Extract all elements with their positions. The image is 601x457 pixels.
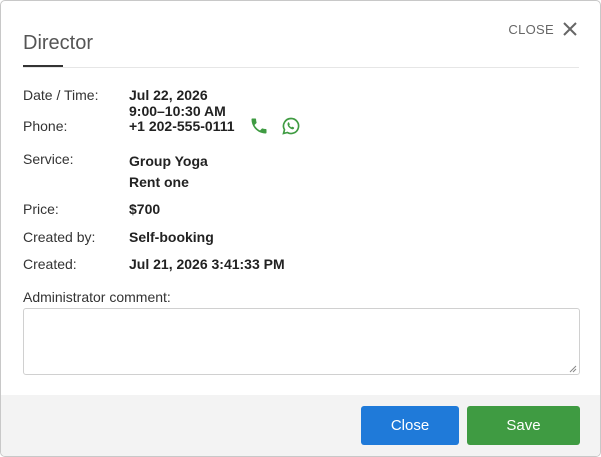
phone-label: Phone:	[23, 118, 68, 134]
whatsapp-icon[interactable]	[281, 116, 301, 136]
administrator-comment-textarea[interactable]	[23, 308, 580, 375]
service-line: Group Yoga	[129, 153, 208, 169]
service-row: Service: Group Yoga Rent one	[23, 151, 208, 193]
dialog-footer: Close Save	[1, 395, 600, 456]
created-by-row: Created by: Self-booking	[23, 229, 214, 245]
created-value: Jul 21, 2026 3:41:33 PM	[129, 256, 285, 272]
dialog-title: Director	[23, 32, 94, 54]
close-icon[interactable]	[562, 21, 578, 37]
phone-row: Phone: +1 202-555-0111	[23, 116, 301, 136]
dialog-close-link[interactable]: CLOSE	[508, 21, 578, 37]
phone-icon[interactable]	[249, 116, 269, 136]
price-label: Price:	[23, 201, 59, 217]
date-time-label: Date / Time:	[23, 87, 99, 103]
phone-value: +1 202-555-0111	[129, 118, 235, 134]
resize-grip-icon[interactable]	[569, 365, 577, 373]
service-value: Group Yoga Rent one	[129, 151, 208, 193]
comment-label: Administrator comment:	[23, 289, 171, 305]
booking-dialog: Director CLOSE Date / Time: Jul 22, 2026…	[0, 0, 601, 457]
close-label: CLOSE	[508, 21, 554, 37]
price-row: Price: $700	[23, 201, 160, 217]
save-button[interactable]: Save	[467, 406, 580, 445]
created-by-value: Self-booking	[129, 229, 214, 245]
service-label: Service:	[23, 151, 74, 167]
created-label: Created:	[23, 256, 77, 272]
date-time-row: Date / Time: Jul 22, 2026 9:00–10:30 AM	[23, 87, 226, 119]
service-line: Rent one	[129, 174, 189, 190]
title-divider	[23, 67, 579, 68]
price-value: $700	[129, 201, 161, 217]
created-by-label: Created by:	[23, 229, 96, 245]
created-row: Created: Jul 21, 2026 3:41:33 PM	[23, 256, 285, 272]
date-time-value: Jul 22, 2026 9:00–10:30 AM	[129, 87, 226, 119]
date-value: Jul 22, 2026	[129, 87, 208, 103]
close-button[interactable]: Close	[361, 406, 459, 445]
phone-actions	[249, 116, 301, 136]
